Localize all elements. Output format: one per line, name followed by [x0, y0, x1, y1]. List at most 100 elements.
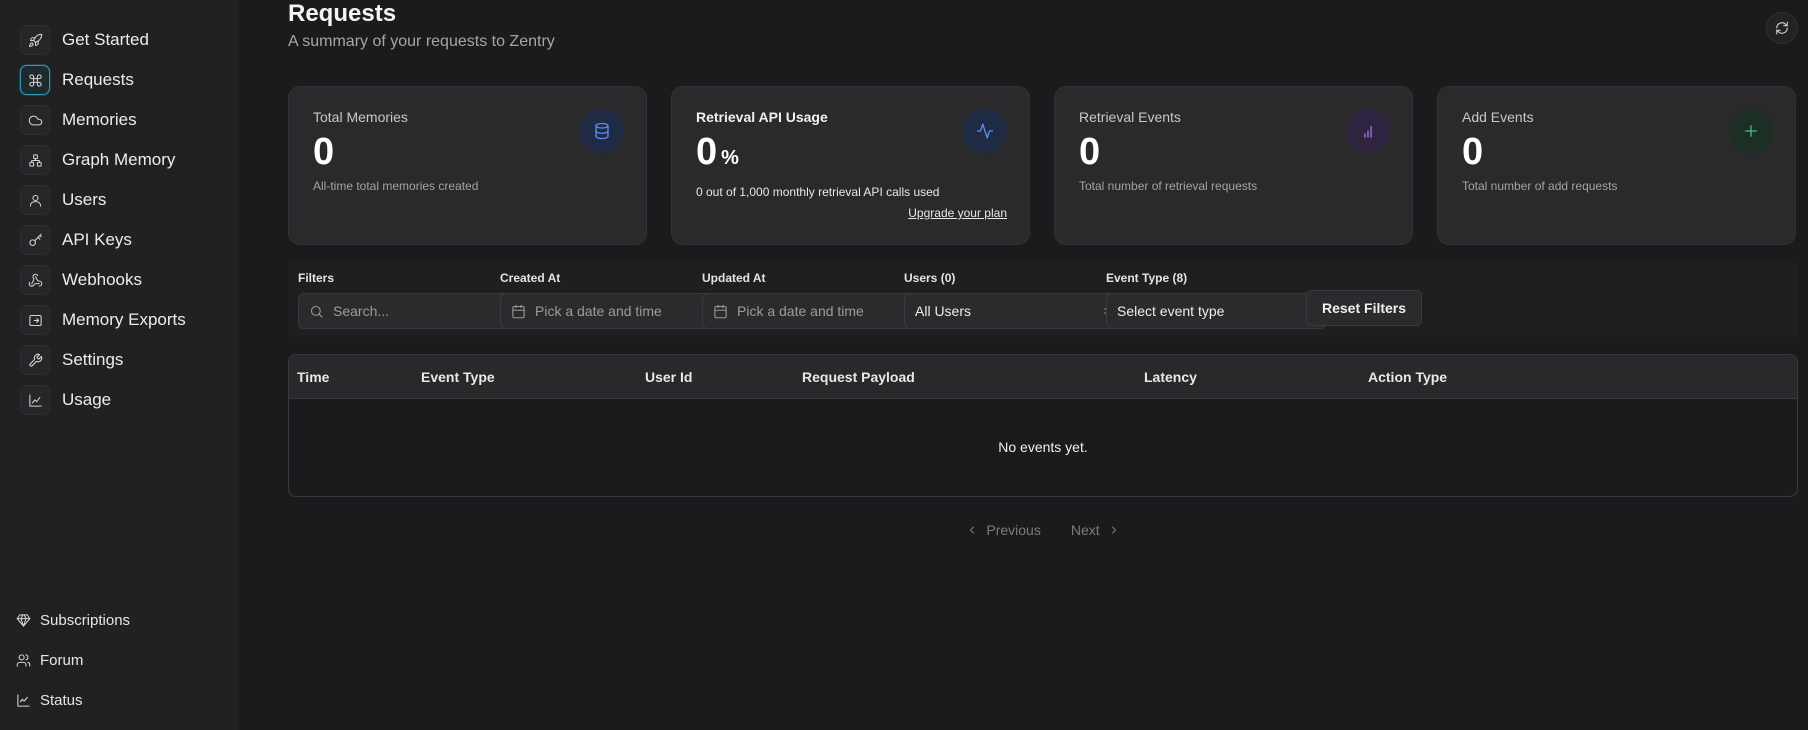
sidebar-item-webhooks[interactable]: Webhooks: [20, 260, 186, 300]
sidebar-item-label: Memories: [62, 110, 137, 129]
sidebar-item-label: Get Started: [62, 30, 149, 49]
sidebar-item-forum[interactable]: Forum: [16, 640, 130, 680]
sidebar-item-label: Usage: [62, 390, 112, 409]
filters-bar: Filters Search... Created At Pick a date…: [288, 261, 1798, 337]
refresh-icon: [1776, 21, 1788, 35]
reset-filters-button[interactable]: Reset Filters: [1306, 290, 1423, 326]
sidebar-bottom-nav: Subscriptions Forum Status: [16, 600, 130, 720]
sidebar-item-status[interactable]: Status: [16, 680, 130, 720]
calendar-icon: [512, 304, 525, 318]
chevron-right-icon: [1111, 526, 1116, 534]
updated-at-date-picker[interactable]: Pick a date and time: [702, 293, 922, 329]
column-header-time[interactable]: Time: [297, 369, 329, 385]
sidebar: Get Started Requests Memories Graph Memo…: [0, 0, 238, 730]
next-page-button[interactable]: Next: [1071, 522, 1120, 538]
filter-label: Filters: [298, 271, 335, 285]
sidebar-item-memories[interactable]: Memories: [20, 100, 186, 140]
cloud-icon: [20, 105, 50, 135]
bar-chart-icon: [1346, 109, 1390, 153]
sidebar-item-label: Graph Memory: [62, 150, 176, 169]
app-root: Get Started Requests Memories Graph Memo…: [0, 0, 1808, 730]
filter-label: Created At: [500, 271, 561, 285]
sidebar-item-get-started[interactable]: Get Started: [20, 20, 186, 60]
sidebar-item-label: Forum: [40, 651, 84, 669]
sidebar-item-usage[interactable]: Usage: [20, 380, 186, 420]
table-header: Time Event Type User Id Request Payload …: [289, 355, 1797, 399]
command-icon: [20, 65, 50, 95]
search-icon: [310, 305, 323, 318]
sidebar-item-label: Users: [62, 190, 107, 209]
filter-label: Updated At: [702, 271, 766, 285]
graph-icon: [20, 145, 50, 175]
card-value: 0: [313, 131, 335, 173]
stat-cards: Total Memories 0 All-time total memories…: [288, 86, 1796, 245]
previous-page-button[interactable]: Previous: [966, 522, 1041, 538]
card-description: Total number of retrieval requests: [1079, 179, 1258, 193]
sidebar-item-settings[interactable]: Settings: [20, 340, 186, 380]
card-value-unit: %: [721, 147, 739, 169]
users-select[interactable]: All Users: [904, 293, 1124, 329]
card-total-memories: Total Memories 0 All-time total memories…: [288, 86, 647, 245]
rocket-icon: [20, 25, 50, 55]
sidebar-item-graph-memory[interactable]: Graph Memory: [20, 140, 186, 180]
sidebar-item-label: Settings: [62, 350, 124, 369]
card-title: Add Events: [1462, 109, 1534, 125]
main-content: Requests A summary of your requests to Z…: [238, 0, 1808, 730]
created-at-date-picker[interactable]: Pick a date and time: [500, 293, 720, 329]
filter-created-group: Created At Pick a date and time: [500, 271, 720, 329]
next-label: Next: [1070, 522, 1100, 538]
column-header-user-id[interactable]: User Id: [645, 369, 692, 385]
pagination: Previous Next: [288, 522, 1798, 538]
filter-event-type-group: Event Type (8) Select event type: [1106, 271, 1326, 329]
card-add-events: Add Events 0 Total number of add request…: [1437, 86, 1796, 245]
sidebar-item-memory-exports[interactable]: Memory Exports: [20, 300, 186, 340]
sidebar-item-subscriptions[interactable]: Subscriptions: [16, 600, 130, 640]
sidebar-item-requests[interactable]: Requests: [20, 60, 186, 100]
chart-icon: [20, 385, 50, 415]
sidebar-item-label: Requests: [62, 70, 134, 89]
page-title: Requests: [288, 0, 397, 27]
key-icon: [20, 225, 50, 255]
event-type-select[interactable]: Select event type: [1106, 293, 1326, 329]
line-chart-icon: [17, 693, 30, 707]
column-header-event-type[interactable]: Event Type: [421, 369, 495, 385]
sidebar-item-label: Webhooks: [62, 270, 143, 289]
sidebar-item-api-keys[interactable]: API Keys: [20, 220, 186, 260]
chevron-left-icon: [970, 526, 975, 534]
sidebar-item-label: Memory Exports: [62, 310, 186, 329]
filter-label: Users (0): [904, 271, 956, 285]
wrench-icon: [20, 345, 50, 375]
card-title: Total Memories: [313, 109, 408, 125]
sidebar-item-label: API Keys: [62, 230, 132, 249]
card-description: 0 out of 1,000 monthly retrieval API cal…: [696, 185, 940, 199]
sidebar-item-label: Subscriptions: [40, 611, 131, 629]
refresh-button[interactable]: [1766, 12, 1798, 44]
column-header-action-type[interactable]: Action Type: [1368, 369, 1447, 385]
page-subtitle: A summary of your requests to Zentry: [288, 33, 555, 50]
calendar-icon: [714, 304, 727, 318]
search-placeholder: Search...: [333, 303, 390, 319]
filter-search-group: Filters Search...: [298, 271, 518, 329]
database-icon: [580, 109, 624, 153]
card-description: All-time total memories created: [313, 179, 479, 193]
card-retrieval-events: Retrieval Events 0 Total number of retri…: [1054, 86, 1413, 245]
users-icon: [16, 653, 31, 667]
card-retrieval-api-usage: Retrieval API Usage 0% 0 out of 1,000 mo…: [671, 86, 1030, 245]
upgrade-plan-link[interactable]: Upgrade your plan: [908, 206, 1007, 220]
card-description: Total number of add requests: [1462, 179, 1618, 193]
card-title: Retrieval Events: [1079, 109, 1181, 125]
filter-users-group: Users (0) All Users: [904, 271, 1124, 329]
card-value: 0: [1462, 131, 1484, 173]
event-type-select-value: Select event type: [1117, 303, 1225, 319]
column-header-request-payload[interactable]: Request Payload: [802, 369, 915, 385]
date-placeholder: Pick a date and time: [737, 303, 864, 319]
search-input[interactable]: Search...: [298, 293, 518, 329]
user-icon: [20, 185, 50, 215]
date-placeholder: Pick a date and time: [535, 303, 662, 319]
card-value: 0%: [696, 129, 1005, 181]
sidebar-item-users[interactable]: Users: [20, 180, 186, 220]
filter-label: Event Type (8): [1106, 271, 1188, 285]
webhook-icon: [20, 265, 50, 295]
plus-icon: [1729, 109, 1773, 153]
column-header-latency[interactable]: Latency: [1144, 369, 1197, 385]
